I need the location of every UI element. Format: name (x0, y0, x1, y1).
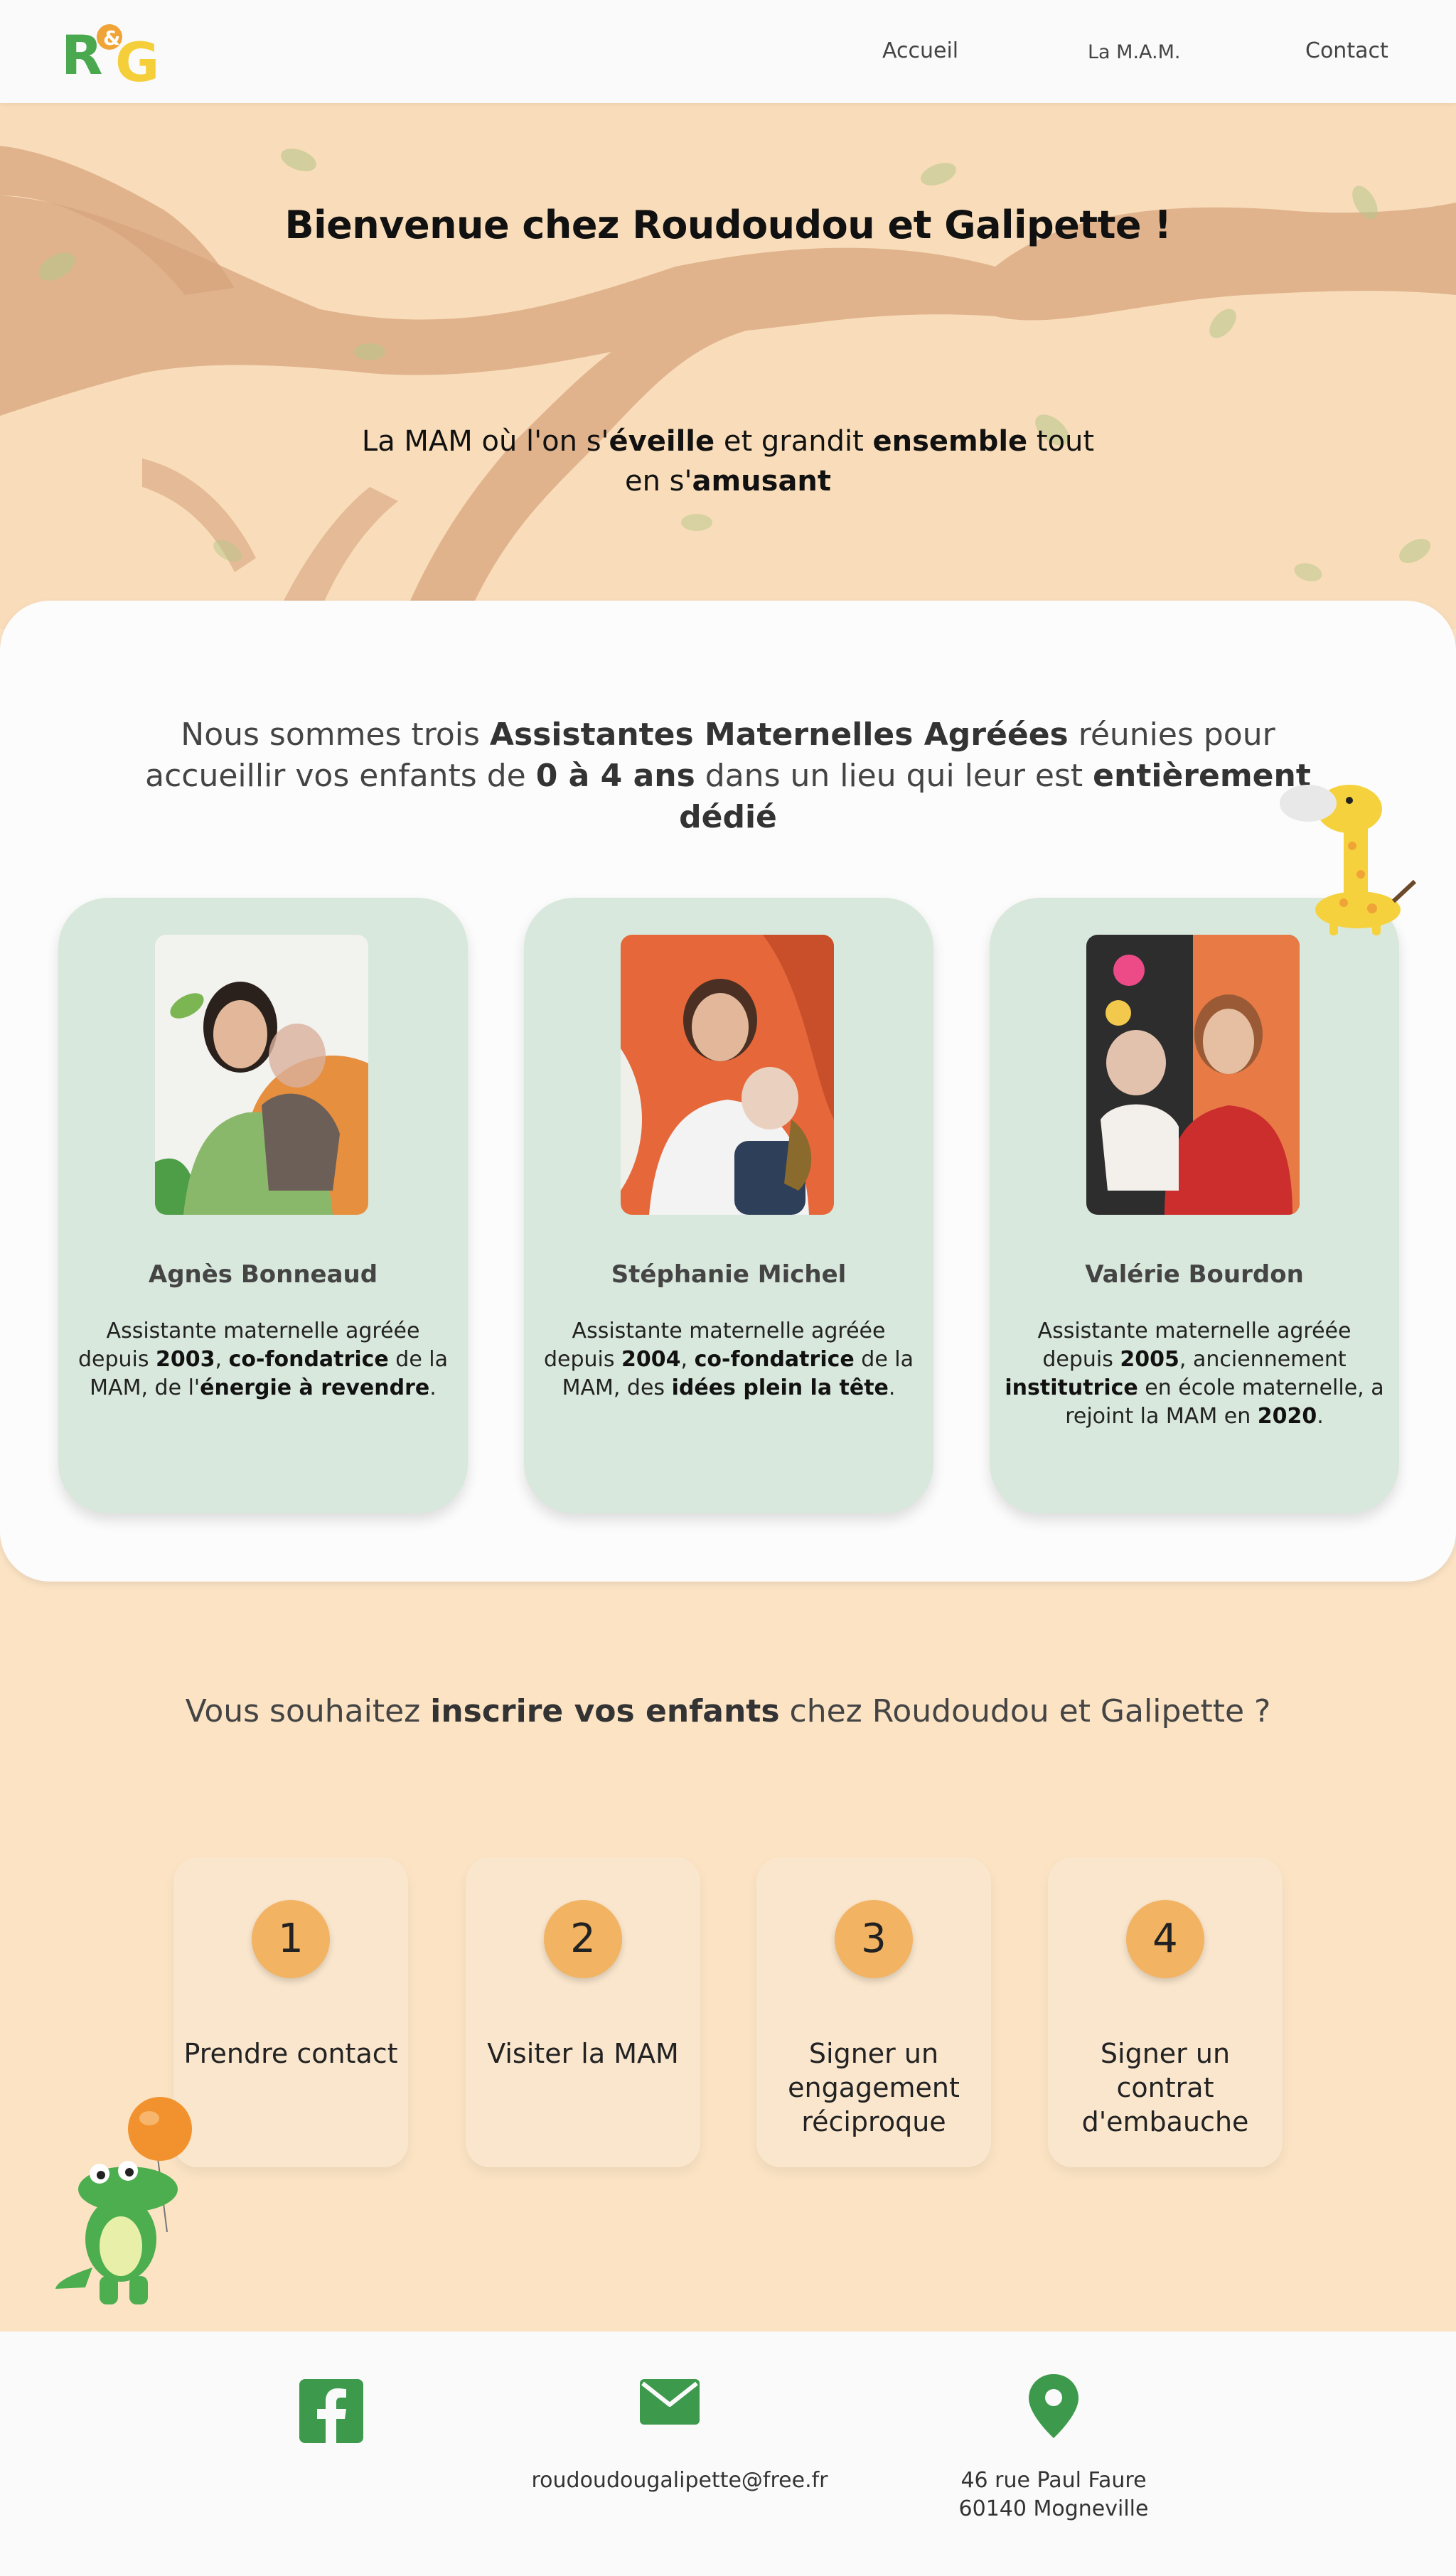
team-card: Stéphanie Michel Assistante maternelle a… (524, 898, 933, 1513)
enrollment-heading: Vous souhaitez inscrire vos enfants chez… (185, 1693, 1271, 1729)
step-label: Signer un engagement réciproque (788, 2038, 960, 2137)
postal-address: 46 rue Paul Faure 60140 Mogneville (911, 2467, 1196, 2523)
member-name: Stéphanie Michel (611, 1260, 847, 1289)
nav-link-la-mam[interactable]: La M.A.M. (1088, 41, 1181, 63)
site-footer: roudoudougalipette@free.fr 46 rue Paul F… (0, 2331, 1456, 2576)
member-photo (1086, 935, 1300, 1215)
step-label: Prendre contact (183, 2038, 398, 2069)
step-label: Visiter la MAM (487, 2038, 679, 2069)
step-label: Signer un contrat d'embauche (1081, 2038, 1249, 2137)
hero-tagline: La MAM où l'on s'éveille et grandit ense… (361, 425, 1095, 498)
member-photo (621, 935, 834, 1215)
team-intro: Nous sommes trois Assistantes Maternelle… (145, 717, 1311, 835)
enrollment-step: 3 Signer un engagement réciproque (756, 1857, 991, 2167)
team-section: Nous sommes trois Assistantes Maternelle… (0, 601, 1456, 1582)
team-card: Valérie Bourdon Assistante maternelle ag… (990, 898, 1399, 1513)
step-number-badge: 3 (835, 1900, 913, 1978)
step-number-badge: 2 (544, 1900, 622, 1978)
address-line: 60140 Mogneville (958, 2496, 1149, 2521)
member-name: Valérie Bourdon (1085, 1260, 1304, 1289)
step-number-badge: 1 (252, 1900, 330, 1978)
member-description: Assistante maternelle agréée depuis 2003… (77, 1319, 449, 1400)
top-navbar: R & G Accueil La M.A.M. Contact (0, 0, 1456, 103)
hero-banner: Bienvenue chez Roudoudou et Galipette ! … (0, 103, 1456, 629)
member-description: Assistante maternelle agréée depuis 2005… (1005, 1319, 1384, 1429)
map-pin-icon[interactable] (1029, 2374, 1078, 2438)
giraffe-illustration (1280, 785, 1417, 935)
member-name: Agnès Bonneaud (148, 1260, 378, 1289)
hero-title: Bienvenue chez Roudoudou et Galipette ! (284, 203, 1172, 247)
member-photo (155, 935, 368, 1215)
address-line: 46 rue Paul Faure (960, 2468, 1147, 2493)
nav-link-contact[interactable]: Contact (1305, 38, 1388, 63)
crocodile-illustration (55, 2097, 192, 2304)
enrollment-step: 2 Visiter la MAM (466, 1857, 700, 2167)
enrollment-step: 4 Signer un contrat d'embauche (1048, 1857, 1283, 2167)
contact-email[interactable]: roudoudougalipette@free.fr (498, 2467, 862, 2495)
member-description: Assistante maternelle agréée depuis 2004… (543, 1319, 914, 1400)
mail-icon[interactable] (640, 2379, 700, 2425)
tree-branch-illustration (0, 146, 1456, 629)
facebook-icon[interactable] (299, 2379, 363, 2443)
nav-links: Accueil La M.A.M. Contact (0, 38, 1456, 67)
nav-link-accueil[interactable]: Accueil (882, 38, 958, 63)
step-number-badge: 4 (1126, 1900, 1204, 1978)
team-card: Agnès Bonneaud Assistante maternelle agr… (58, 898, 468, 1513)
